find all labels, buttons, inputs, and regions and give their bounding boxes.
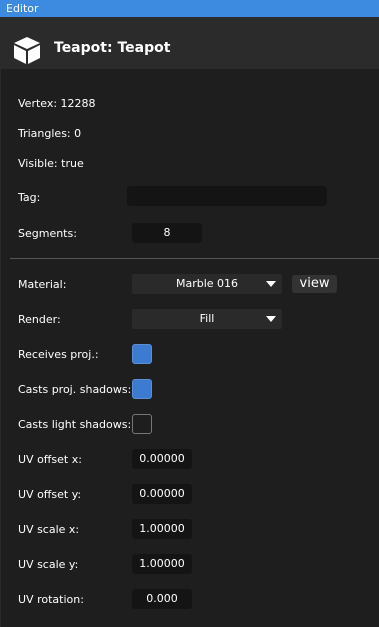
uv-scale-y-label: UV scale y: bbox=[18, 558, 79, 571]
receives-proj-label: Receives proj.: bbox=[18, 348, 99, 361]
visible-status: Visible: true bbox=[18, 157, 84, 170]
casts-light-shadows-checkbox[interactable] bbox=[132, 414, 152, 434]
casts-proj-shadows-label: Casts proj. shadows: bbox=[18, 383, 132, 396]
uv-rotation-label: UV rotation: bbox=[18, 593, 84, 606]
window-title: Editor bbox=[6, 2, 39, 15]
render-select[interactable]: Fill bbox=[132, 309, 282, 329]
view-material-button[interactable]: view bbox=[292, 275, 337, 293]
uv-scale-x-label: UV scale x: bbox=[18, 523, 80, 536]
uv-offset-y-label: UV offset y: bbox=[18, 488, 82, 501]
material-select[interactable]: Marble 016 bbox=[132, 274, 282, 294]
window-titlebar: Editor bbox=[0, 0, 379, 17]
cube-icon bbox=[14, 37, 40, 64]
render-select-value: Fill bbox=[199, 312, 215, 325]
render-label: Render: bbox=[18, 313, 61, 326]
casts-proj-shadows-checkbox[interactable] bbox=[132, 379, 152, 399]
segments-label: Segments: bbox=[18, 227, 77, 240]
uv-scale-y-input[interactable]: 1.00000 bbox=[132, 554, 192, 574]
object-title: Teapot: Teapot bbox=[54, 40, 171, 56]
vertex-count: Vertex: 12288 bbox=[18, 97, 96, 110]
tag-label: Tag: bbox=[18, 191, 41, 204]
receives-proj-checkbox[interactable] bbox=[132, 344, 152, 364]
material-label: Material: bbox=[18, 278, 67, 291]
casts-light-shadows-label: Casts light shadows: bbox=[18, 418, 132, 431]
chevron-down-icon bbox=[266, 316, 276, 322]
tag-input[interactable] bbox=[127, 186, 327, 206]
uv-offset-x-label: UV offset x: bbox=[18, 453, 82, 466]
segments-input[interactable]: 8 bbox=[132, 223, 202, 243]
uv-scale-x-input[interactable]: 1.00000 bbox=[132, 519, 192, 539]
chevron-down-icon bbox=[266, 281, 276, 287]
uv-offset-x-input[interactable]: 0.00000 bbox=[132, 449, 192, 469]
material-select-value: Marble 016 bbox=[175, 277, 239, 290]
triangle-count: Triangles: 0 bbox=[18, 127, 82, 140]
section-divider bbox=[10, 258, 379, 259]
uv-offset-y-input[interactable]: 0.00000 bbox=[132, 484, 192, 504]
uv-rotation-input[interactable]: 0.000 bbox=[132, 589, 192, 609]
